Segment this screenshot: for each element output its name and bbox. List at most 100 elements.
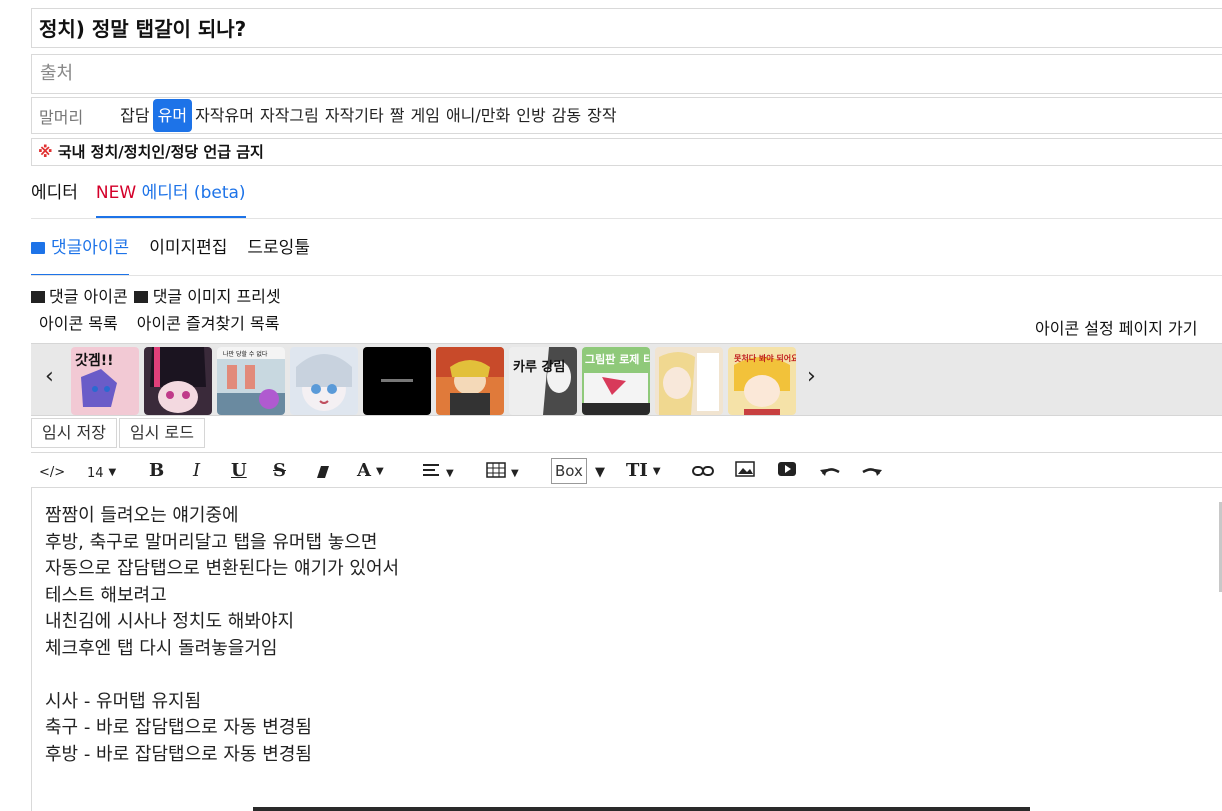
embedded-image: [253, 807, 1030, 811]
bold-button[interactable]: B: [149, 459, 164, 483]
text-size-glyph: TI: [626, 460, 648, 481]
new-editor-label: 에디터 (beta): [141, 183, 246, 203]
icon-thumbnail[interactable]: 나만 당할 수 없다: [217, 347, 285, 415]
category-label: 말머리: [39, 107, 84, 127]
icon-thumbnail[interactable]: 그림판 로제 타콘: [582, 347, 650, 415]
tab-editor[interactable]: 에디터: [31, 174, 78, 218]
tab-new-editor[interactable]: NEW 에디터 (beta): [95, 174, 246, 218]
font-size-select[interactable]: 14 ▼: [87, 461, 116, 486]
font-size-value: 14: [87, 466, 104, 481]
thumb-text: 못처다 봐야 되어요!: [734, 353, 796, 363]
thumb-text: 갓겜!!: [75, 352, 114, 369]
next-arrow-icon[interactable]: ›: [807, 364, 816, 389]
category-own-drawing[interactable]: 자작그림: [257, 99, 322, 132]
undo-icon[interactable]: [819, 461, 841, 485]
video-icon[interactable]: [777, 460, 797, 484]
tab-image-edit[interactable]: 이미지편집: [149, 230, 227, 276]
icon-thumbnail[interactable]: [363, 347, 431, 415]
code-view-button[interactable]: </>: [39, 461, 65, 485]
content-line: 자동으로 잡담탭으로 변환된다는 얘기가 있어서: [45, 558, 400, 579]
category-game[interactable]: 게임: [407, 99, 442, 132]
category-chat[interactable]: 잡담: [117, 99, 152, 132]
tool-tabs: 댓글아이콘 이미지편집 드로잉툴: [31, 230, 330, 276]
text-size-button[interactable]: TI ▼: [626, 459, 661, 484]
notice-banner: ※ 국내 정치/정치인/정당 언급 금지: [31, 138, 1222, 166]
notice-text: 국내 정치/정치인/정당 언급 금지: [57, 143, 264, 161]
icon-strip: ‹ 갓겜!! 나만 당할 수 없다 카루 강림 그림판 로제 타 못처다 봐야 …: [31, 343, 1222, 416]
category-meme[interactable]: 짤: [387, 99, 408, 132]
editor-tabs: 에디터 NEW 에디터 (beta): [31, 174, 264, 218]
temp-save-button[interactable]: 임시 저장: [31, 418, 117, 448]
divider: [31, 275, 1222, 276]
archive-icon: [31, 242, 45, 254]
sub-tab-comment-icon[interactable]: 댓글 아이콘: [49, 287, 128, 306]
table-button[interactable]: ▼: [486, 461, 519, 486]
editor-toolbar: </> 14 ▼ B I U S A ▼ ▼ ▼ Box ▼ TI ▼: [31, 452, 1222, 488]
tab-comment-icon-label: 댓글아이콘: [51, 238, 130, 258]
icon-thumbnail[interactable]: [655, 347, 723, 415]
category-anime[interactable]: 애니/만화: [443, 99, 513, 132]
thumb-text: 그림판 로제 타콘: [585, 352, 650, 366]
content-line: [32, 661, 1222, 688]
table-icon: [486, 462, 506, 478]
content-line: 시사 - 유머탭 유지됨: [45, 690, 202, 712]
content-line: 축구 - 바로 잡담탭으로 자동 변경됨: [45, 717, 312, 738]
italic-button[interactable]: I: [193, 459, 200, 483]
icon-thumbnail[interactable]: 갓겜!!: [71, 347, 139, 415]
thumb-text: 카루 강림: [513, 359, 565, 375]
archive-icon: [133, 291, 148, 303]
content-line: 짬짬이 들려오는 얘기중에: [45, 505, 239, 526]
thumb-text: 나만 당할 수 없다: [223, 350, 268, 358]
gift-icon: [31, 291, 45, 303]
strikethrough-button[interactable]: S: [273, 459, 286, 483]
category-selector: 말머리 잡담 유머 자작유머 자작그림 자작기타 짤 게임 애니/만화 인방 감…: [31, 97, 1222, 134]
title-input[interactable]: 정치) 정말 탭갈이 되나?: [31, 8, 1222, 48]
chevron-down-icon: ▼: [108, 467, 117, 478]
align-left-icon: [423, 464, 439, 476]
chevron-down-icon: ▼: [446, 468, 454, 479]
align-button[interactable]: ▼: [423, 461, 454, 486]
category-stream[interactable]: 인방: [513, 99, 548, 132]
icon-thumbnail[interactable]: 카루 강림: [509, 347, 577, 415]
content-line: 체크후엔 탭 다시 돌려놓을거임: [45, 637, 278, 659]
icon-favorites-link[interactable]: 아이콘 즐겨찾기 목록: [137, 314, 280, 333]
icon-thumbnail[interactable]: 못처다 봐야 되어요!: [728, 347, 796, 415]
notice-mark: ※: [38, 143, 53, 161]
tab-comment-icon[interactable]: 댓글아이콘: [31, 230, 130, 276]
underline-button[interactable]: U: [231, 459, 247, 483]
editor-content[interactable]: 짬짬이 들려오는 얘기중에 후방, 축구로 말머리달고 탭을 유머탭 놓으면 자…: [31, 488, 1222, 811]
icon-settings-link[interactable]: 아이콘 설정 페이지 가기: [1035, 315, 1197, 339]
box-style-button[interactable]: Box: [551, 458, 587, 484]
image-icon[interactable]: [735, 460, 755, 484]
source-input[interactable]: 출처: [31, 54, 1222, 94]
chevron-down-icon[interactable]: ▼: [595, 461, 605, 485]
font-color-button[interactable]: A ▼: [357, 459, 384, 484]
sub-tab-image-preset[interactable]: 댓글 이미지 프리셋: [153, 287, 281, 306]
temp-buttons: 임시 저장 임시 로드: [31, 418, 207, 448]
icon-list-links: 아이콘 목록 아이콘 즐겨찾기 목록: [39, 310, 293, 334]
chevron-down-icon: ▼: [511, 468, 519, 479]
icon-thumbnail[interactable]: [144, 347, 212, 415]
prev-arrow-icon[interactable]: ‹: [45, 364, 54, 389]
content-line: 후방 - 바로 잡담탭으로 자동 변경됨: [45, 743, 312, 765]
icon-list-link[interactable]: 아이콘 목록: [39, 314, 118, 333]
tab-drawing-tool[interactable]: 드로잉툴: [247, 230, 310, 276]
font-color-glyph: A: [357, 460, 371, 481]
category-own-etc[interactable]: 자작기타: [322, 99, 387, 132]
eraser-icon[interactable]: [315, 463, 331, 487]
link-icon[interactable]: [692, 461, 714, 485]
new-badge: NEW: [95, 183, 137, 203]
content-line: 후방, 축구로 말머리달고 탭을 유머탭 놓으면: [45, 531, 378, 553]
content-line: 테스트 해보려고: [45, 584, 167, 606]
content-line: 내친김에 시사나 정치도 해봐야지: [45, 611, 295, 632]
icon-thumbnail[interactable]: [290, 347, 358, 415]
category-touching[interactable]: 감동: [549, 99, 584, 132]
icon-thumbnail[interactable]: [436, 347, 504, 415]
temp-load-button[interactable]: 임시 로드: [118, 418, 205, 448]
category-humor[interactable]: 유머: [152, 99, 193, 132]
category-log[interactable]: 장작: [584, 99, 619, 132]
divider: [31, 218, 1222, 219]
chevron-down-icon: ▼: [375, 466, 384, 477]
redo-icon[interactable]: [861, 461, 883, 485]
category-own-humor[interactable]: 자작유머: [192, 99, 257, 132]
